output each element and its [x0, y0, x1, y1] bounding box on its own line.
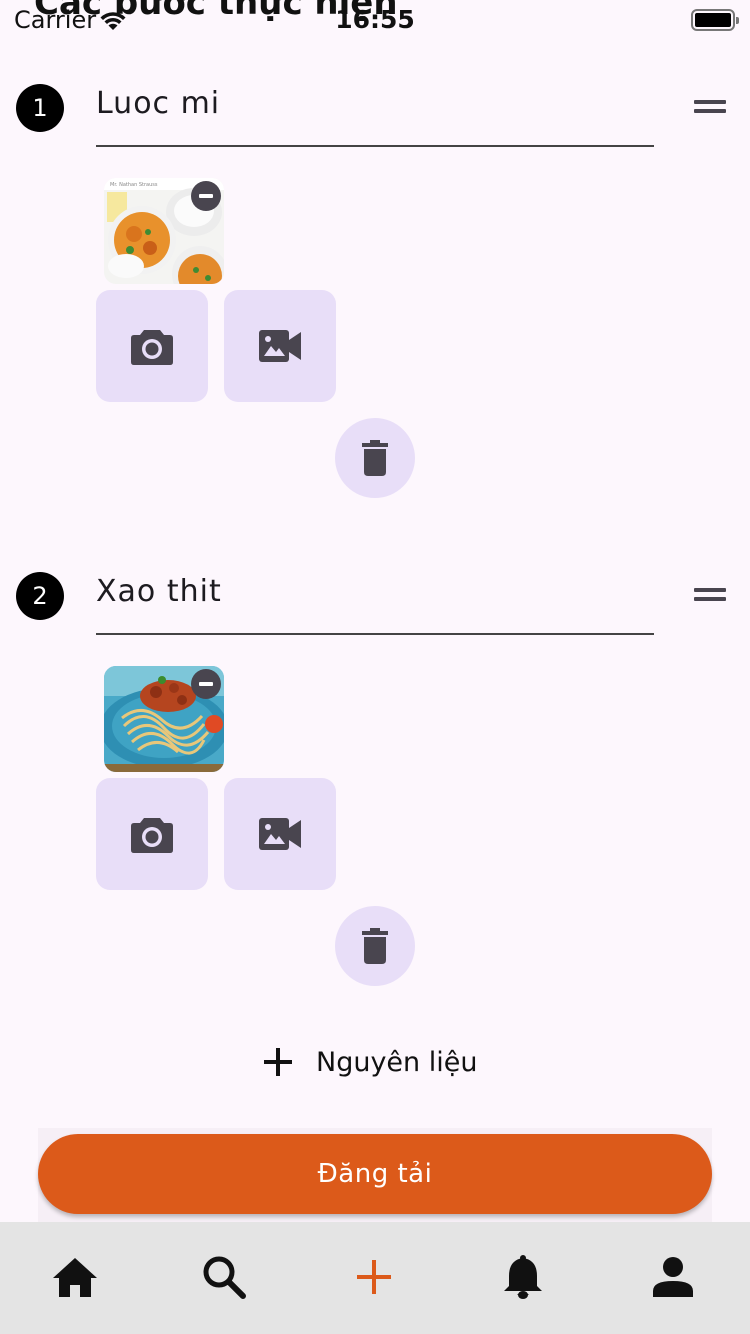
trash-icon	[362, 440, 388, 476]
remove-image-button[interactable]	[191, 181, 221, 211]
add-photo-button[interactable]	[96, 290, 208, 402]
nav-profile[interactable]	[648, 1252, 698, 1302]
plus-icon	[264, 1048, 292, 1076]
drag-handle-icon[interactable]	[694, 100, 726, 116]
camera-icon	[131, 330, 173, 365]
delete-step-button[interactable]	[335, 906, 415, 986]
add-ingredient-button[interactable]: Nguyên liệu	[262, 1040, 477, 1084]
add-ingredient-label: Nguyên liệu	[316, 1046, 478, 1078]
upload-button[interactable]: Đăng tải	[38, 1134, 712, 1214]
step-card: 1 Mr. Nathan Strauss	[0, 62, 750, 550]
video-camera-icon	[259, 818, 301, 850]
nav-notifications[interactable]	[498, 1252, 548, 1302]
add-video-button[interactable]	[224, 778, 336, 890]
add-photo-button[interactable]	[96, 778, 208, 890]
person-icon	[653, 1257, 693, 1297]
step-card: 2	[0, 550, 750, 1038]
step-description-input[interactable]	[96, 80, 654, 126]
remove-image-button[interactable]	[191, 669, 221, 699]
svg-text:Mr. Nathan Strauss: Mr. Nathan Strauss	[110, 182, 158, 188]
input-underline	[96, 633, 654, 635]
input-underline	[96, 145, 654, 147]
nav-home[interactable]	[50, 1252, 100, 1302]
video-camera-icon	[259, 330, 301, 362]
trash-icon	[362, 928, 388, 964]
status-bar: Carrier 16:55	[0, 0, 750, 40]
add-video-button[interactable]	[224, 290, 336, 402]
add-icon	[357, 1260, 391, 1294]
camera-icon	[131, 818, 173, 853]
battery-icon	[691, 9, 739, 31]
bell-icon	[504, 1255, 542, 1299]
nav-search[interactable]	[199, 1252, 249, 1302]
step-number-badge: 2	[16, 572, 64, 620]
home-icon	[53, 1258, 97, 1297]
bottom-navigation	[0, 1222, 750, 1334]
minus-icon	[199, 194, 213, 198]
step-description-input[interactable]	[96, 568, 654, 614]
nav-create[interactable]	[349, 1252, 399, 1302]
search-icon	[203, 1256, 246, 1299]
minus-icon	[199, 682, 213, 686]
drag-handle-icon[interactable]	[694, 588, 726, 604]
step-number-badge: 1	[16, 84, 64, 132]
clock: 16:55	[335, 5, 415, 34]
delete-step-button[interactable]	[335, 418, 415, 498]
